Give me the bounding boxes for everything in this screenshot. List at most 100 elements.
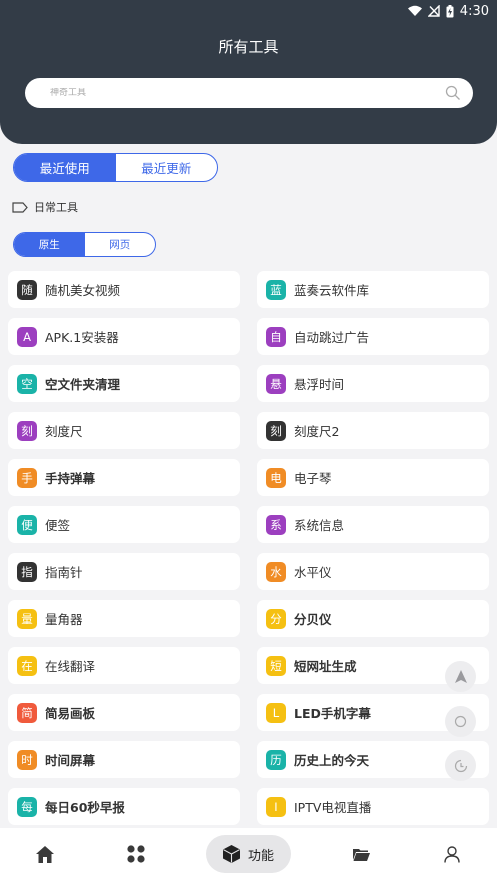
tool-label: 简易画板 <box>45 706 96 721</box>
tool-card[interactable]: 电电子琴 <box>257 459 489 496</box>
tool-badge: 空 <box>17 373 37 394</box>
search-icon <box>454 715 466 727</box>
search-fab-button[interactable] <box>445 706 476 737</box>
tool-badge: L <box>266 702 286 723</box>
page-title: 所有工具 <box>218 38 279 56</box>
tool-label: 短网址生成 <box>294 659 357 674</box>
tool-card[interactable]: 随随机美女视频 <box>8 271 240 308</box>
tool-badge: 悬 <box>266 373 286 394</box>
tool-card[interactable]: 分分贝仪 <box>257 600 489 637</box>
tab-native[interactable]: 原生 <box>14 233 85 256</box>
tool-badge: A <box>17 326 37 347</box>
main-tabs: 最近使用 最近更新 <box>13 153 218 182</box>
tab-web[interactable]: 网页 <box>85 233 156 256</box>
search-input[interactable] <box>50 88 445 98</box>
history-icon <box>454 759 467 772</box>
tool-card[interactable]: 在在线翻译 <box>8 647 240 684</box>
tool-card[interactable]: 量量角器 <box>8 600 240 637</box>
tool-badge: 随 <box>17 279 37 300</box>
section-title: 日常工具 <box>34 201 78 214</box>
tool-card[interactable]: 简简易画板 <box>8 694 240 731</box>
tool-label: 量角器 <box>45 612 83 627</box>
sub-tabs: 原生 网页 <box>13 232 156 257</box>
tool-badge: 刻 <box>17 420 37 441</box>
tool-card[interactable]: 刻刻度尺2 <box>257 412 489 449</box>
tool-badge: 量 <box>17 608 37 629</box>
tool-badge: 分 <box>266 608 286 629</box>
tool-label: 系统信息 <box>294 518 345 533</box>
tool-label: 空文件夹清理 <box>45 377 121 392</box>
section-header: 日常工具 <box>12 199 78 215</box>
tool-label: 便签 <box>45 518 71 533</box>
tool-badge: 简 <box>17 702 37 723</box>
tool-label: 时间屏幕 <box>45 753 96 768</box>
tool-badge: 刻 <box>266 420 286 441</box>
nav-home[interactable] <box>32 835 58 873</box>
nav-tools-label: 功能 <box>247 848 274 864</box>
search-icon[interactable] <box>445 85 461 101</box>
grid-icon <box>127 845 145 863</box>
tool-label: 随机美女视频 <box>45 283 121 298</box>
tool-card[interactable]: 悬悬浮时间 <box>257 365 489 402</box>
nav-files[interactable] <box>348 835 374 873</box>
tool-card[interactable]: 自自动跳过广告 <box>257 318 489 355</box>
tool-badge: 短 <box>266 655 286 676</box>
tool-card[interactable]: 空空文件夹清理 <box>8 365 240 402</box>
nav-tools[interactable]: 功能 <box>206 835 291 873</box>
tool-label: 自动跳过广告 <box>294 330 370 345</box>
tool-card[interactable]: 刻刻度尺 <box>8 412 240 449</box>
tool-card[interactable]: 蓝蓝奏云软件库 <box>257 271 489 308</box>
arrow-up-icon <box>454 670 467 683</box>
tab-recent-used[interactable]: 最近使用 <box>14 154 116 181</box>
tool-label: 每日60秒早报 <box>45 800 125 815</box>
tool-label: 水平仪 <box>294 565 332 580</box>
tool-badge: 便 <box>17 514 37 535</box>
nav-apps[interactable] <box>123 835 149 873</box>
scroll-top-button[interactable] <box>445 661 476 692</box>
tool-label: 分贝仪 <box>294 612 332 627</box>
tool-badge: 系 <box>266 514 286 535</box>
tab-recent-updated[interactable]: 最近更新 <box>116 154 218 181</box>
tool-label: 在线翻译 <box>45 659 96 674</box>
tool-card[interactable]: I IPTV电视直播 <box>257 788 489 825</box>
tool-card[interactable]: 指指南针 <box>8 553 240 590</box>
tool-label: 电子琴 <box>294 471 332 486</box>
tool-card[interactable]: 时时间屏幕 <box>8 741 240 778</box>
tool-label: 悬浮时间 <box>294 377 345 392</box>
tool-label: IPTV电视直播 <box>294 800 372 815</box>
search-bar[interactable] <box>25 78 473 108</box>
tool-badge: 时 <box>17 749 37 770</box>
tool-label: 刻度尺 <box>45 424 83 439</box>
history-fab-button[interactable] <box>445 750 476 781</box>
tool-badge: 手 <box>17 467 37 488</box>
tool-badge: 在 <box>17 655 37 676</box>
tool-badge: 蓝 <box>266 279 286 300</box>
status-time: 4:30 <box>459 3 489 19</box>
tool-badge: 自 <box>266 326 286 347</box>
nav-profile[interactable] <box>439 835 465 873</box>
tool-card[interactable]: 手手持弹幕 <box>8 459 240 496</box>
cube-icon <box>222 845 240 863</box>
tool-label: 刻度尺2 <box>294 424 340 439</box>
tool-badge: 电 <box>266 467 286 488</box>
header: 4:30 所有工具 <box>0 0 497 144</box>
tool-card[interactable]: 水水平仪 <box>257 553 489 590</box>
tool-badge: 水 <box>266 561 286 582</box>
tool-label: LED手机字幕 <box>294 706 371 721</box>
tool-label: 指南针 <box>45 565 83 580</box>
tool-card[interactable]: 便便签 <box>8 506 240 543</box>
tool-card[interactable]: 系系统信息 <box>257 506 489 543</box>
tag-icon <box>12 201 28 213</box>
tool-label: APK.1安装器 <box>45 330 119 345</box>
wifi-icon <box>407 5 422 16</box>
status-bar: 4:30 <box>407 0 489 22</box>
battery-charging-icon <box>446 4 454 17</box>
tool-label: 历史上的今天 <box>294 753 370 768</box>
tool-card[interactable]: A APK.1安装器 <box>8 318 240 355</box>
tool-badge: 每 <box>17 796 37 817</box>
home-icon <box>36 845 54 863</box>
bottom-nav: 功能 <box>0 828 497 883</box>
folder-icon <box>352 848 370 861</box>
tool-label: 蓝奏云软件库 <box>294 283 370 298</box>
tool-card[interactable]: 每每日60秒早报 <box>8 788 240 825</box>
